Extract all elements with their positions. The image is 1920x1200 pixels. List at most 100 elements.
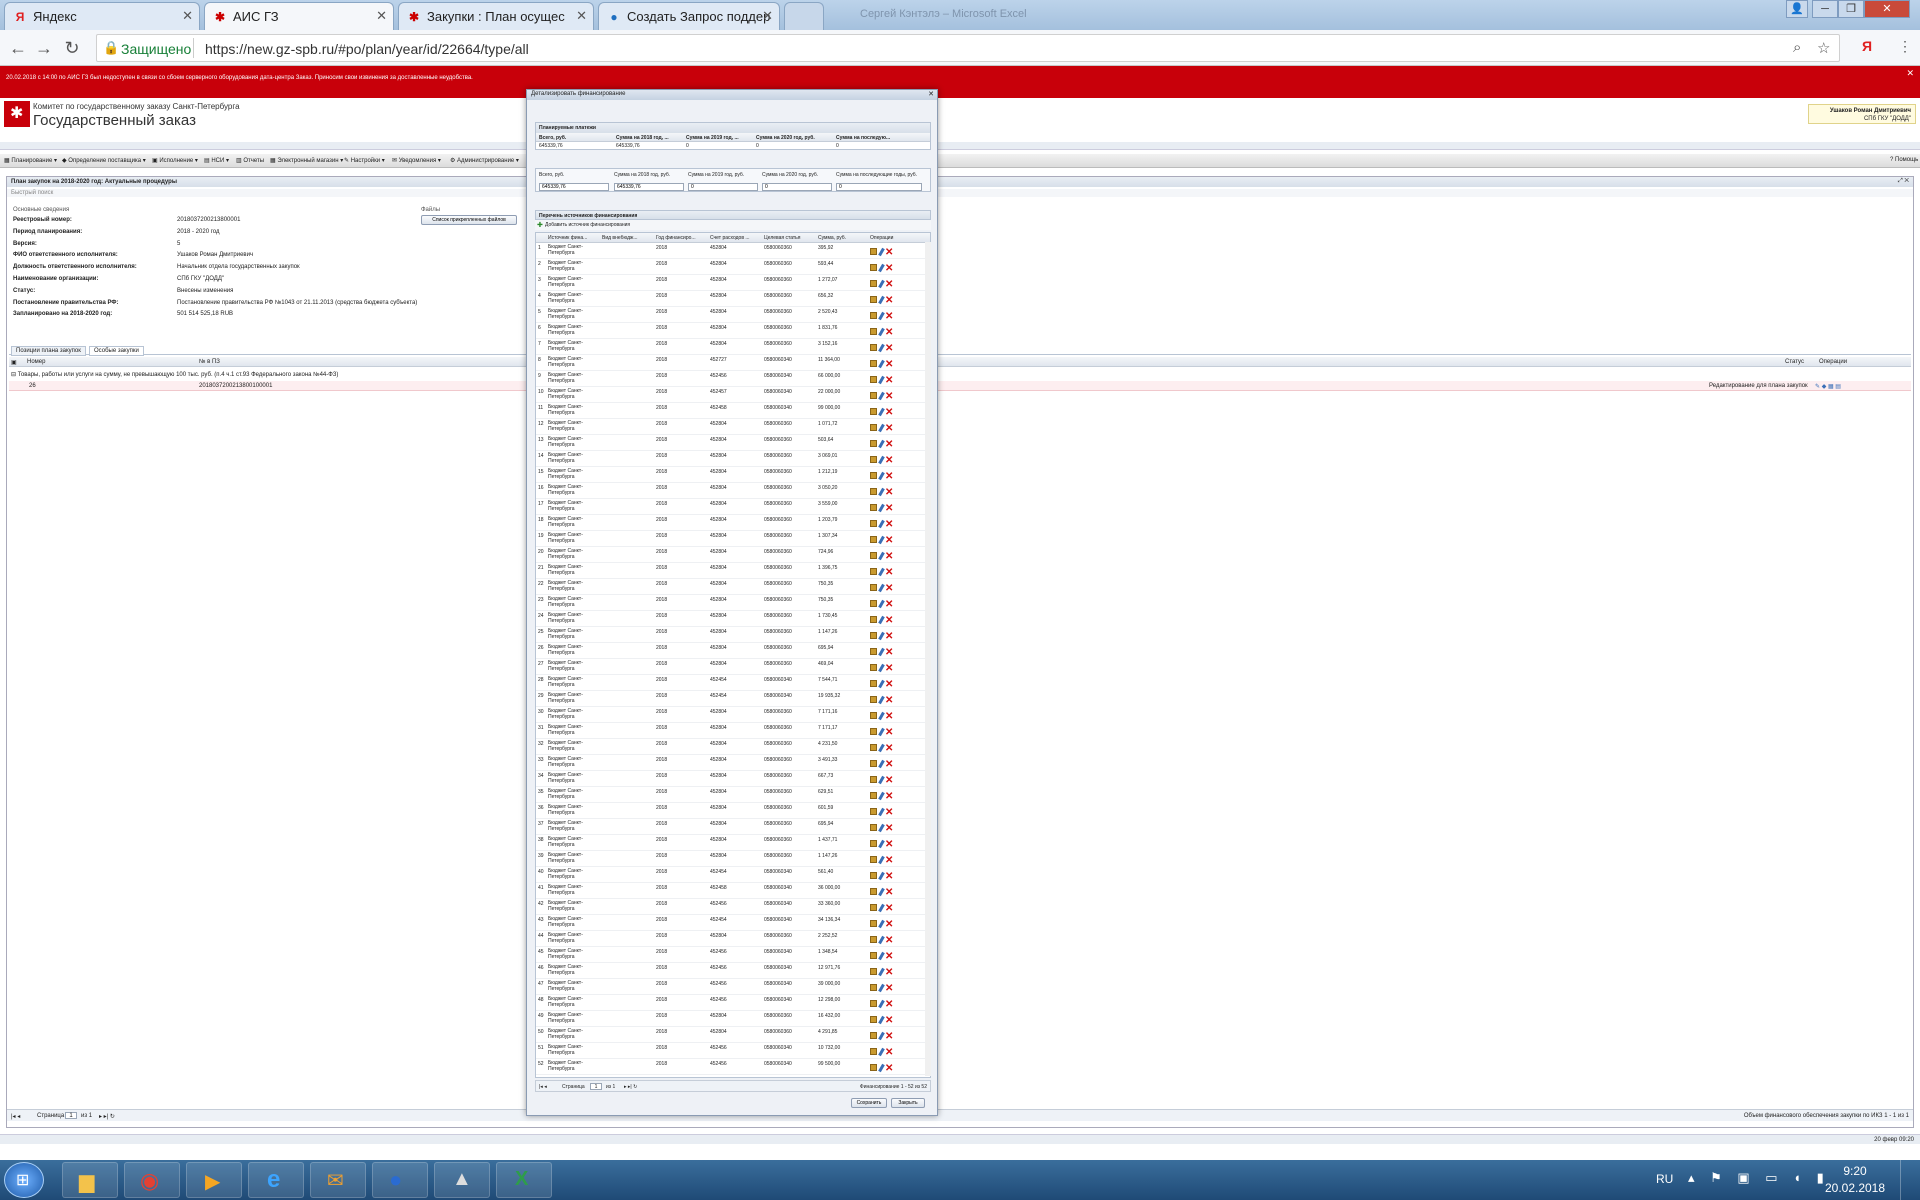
list-item[interactable]: 47 Бюджет Санкт-Петербурга 2018 452456 05800…: [536, 979, 926, 995]
menu-item-supplier[interactable]: ◆ Определение поставщика ▾: [62, 157, 146, 164]
list-item[interactable]: 32 Бюджет Санкт-Петербурга 2018 452804 05800…: [536, 739, 926, 755]
details-icon[interactable]: [870, 904, 877, 911]
edit-icon[interactable]: [878, 887, 885, 897]
list-item[interactable]: 26 Бюджет Санкт-Петербурга 2018 452804 05800…: [536, 643, 926, 659]
sources-col-header[interactable]: Сумма, руб.: [818, 235, 870, 241]
details-icon[interactable]: [870, 280, 877, 287]
details-icon[interactable]: [870, 744, 877, 751]
details-icon[interactable]: [870, 936, 877, 943]
list-item[interactable]: 24 Бюджет Санкт-Петербурга 2018 452804 05800…: [536, 611, 926, 627]
delete-icon[interactable]: ✕: [885, 536, 893, 546]
delete-icon[interactable]: ✕: [885, 488, 893, 498]
edit-icon[interactable]: [878, 823, 885, 833]
edit-icon[interactable]: [878, 1063, 885, 1073]
delete-icon[interactable]: ✕: [885, 552, 893, 562]
list-item[interactable]: 52 Бюджет Санкт-Петербурга 2018 452456 05800…: [536, 1059, 926, 1075]
help-link[interactable]: ? Помощь: [1890, 157, 1918, 163]
delete-icon[interactable]: ✕: [885, 1000, 893, 1010]
delete-icon[interactable]: ✕: [885, 344, 893, 354]
edit-icon[interactable]: [878, 631, 885, 641]
list-item[interactable]: 21 Бюджет Санкт-Петербурга 2018 452804 05800…: [536, 563, 926, 579]
col-pz[interactable]: № в ПЗ: [199, 359, 220, 365]
start-button[interactable]: ⊞: [4, 1162, 44, 1198]
list-item[interactable]: 5 Бюджет Санкт-Петербурга 2018 452804 058006…: [536, 307, 926, 323]
edit-icon[interactable]: [878, 1047, 885, 1057]
details-icon[interactable]: [870, 1000, 877, 1007]
forward-icon[interactable]: →: [34, 38, 54, 59]
edit-icon[interactable]: [878, 999, 885, 1009]
edit-icon[interactable]: [878, 503, 885, 513]
delete-icon[interactable]: ✕: [885, 456, 893, 466]
list-item[interactable]: 39 Бюджет Санкт-Петербурга 2018 452804 05800…: [536, 851, 926, 867]
list-item[interactable]: 43 Бюджет Санкт-Петербурга 2018 452454 05800…: [536, 915, 926, 931]
details-icon[interactable]: [870, 952, 877, 959]
delete-icon[interactable]: ✕: [885, 632, 893, 642]
edit-icon[interactable]: [878, 919, 885, 929]
details-icon[interactable]: [870, 872, 877, 879]
details-icon[interactable]: [870, 408, 877, 415]
edit-icon[interactable]: [878, 583, 885, 593]
details-icon[interactable]: [870, 584, 877, 591]
edit-icon[interactable]: [878, 855, 885, 865]
tray-icons[interactable]: ▴ ⚑ ▣ ▭ ◖ ▮: [1688, 1170, 1830, 1186]
details-icon[interactable]: [870, 424, 877, 431]
details-icon[interactable]: [870, 536, 877, 543]
list-item[interactable]: 10 Бюджет Санкт-Петербурга 2018 452457 05800…: [536, 387, 926, 403]
list-item[interactable]: 42 Бюджет Санкт-Петербурга 2018 452456 05800…: [536, 899, 926, 915]
delete-icon[interactable]: ✕: [885, 616, 893, 626]
list-item[interactable]: 46 Бюджет Санкт-Петербурга 2018 452456 05800…: [536, 963, 926, 979]
edit-icon[interactable]: [878, 807, 885, 817]
edit-icon[interactable]: [878, 471, 885, 481]
list-item[interactable]: 9 Бюджет Санкт-Петербурга 2018 452456 058006…: [536, 371, 926, 387]
edit-icon[interactable]: [878, 1015, 885, 1025]
url-field[interactable]: 🔒 Защищено https://new.gz-spb.ru/#po/pla…: [96, 34, 1840, 62]
list-item[interactable]: 16 Бюджет Санкт-Петербурга 2018 452804 05800…: [536, 483, 926, 499]
edit-icon[interactable]: [878, 311, 885, 321]
sources-col-header[interactable]: Год финансиро...: [656, 235, 708, 241]
close-icon[interactable]: ✕: [182, 8, 193, 24]
list-item[interactable]: 48 Бюджет Санкт-Петербурга 2018 452456 05800…: [536, 995, 926, 1011]
delete-icon[interactable]: ✕: [885, 584, 893, 594]
sources-col-header[interactable]: Операции: [870, 235, 922, 241]
page-input[interactable]: 1: [65, 1112, 77, 1119]
delete-icon[interactable]: ✕: [885, 952, 893, 962]
chrome-icon[interactable]: ◉: [124, 1162, 180, 1198]
outlook-icon[interactable]: ✉: [310, 1162, 366, 1198]
pager-next-icons[interactable]: ▸ ▸| ↻: [624, 1084, 637, 1090]
list-item[interactable]: 35 Бюджет Санкт-Петербурга 2018 452804 05800…: [536, 787, 926, 803]
list-item[interactable]: 44 Бюджет Санкт-Петербурга 2018 452804 05800…: [536, 931, 926, 947]
details-icon[interactable]: [870, 776, 877, 783]
list-item[interactable]: 11 Бюджет Санкт-Петербурга 2018 452458 05800…: [536, 403, 926, 419]
delete-icon[interactable]: ✕: [885, 744, 893, 754]
pager-next-icons[interactable]: ▸ ▸| ↻: [99, 1113, 115, 1120]
details-icon[interactable]: [870, 376, 877, 383]
col-number[interactable]: Номер: [27, 359, 45, 365]
list-item[interactable]: 45 Бюджет Санкт-Петербурга 2018 452456 05800…: [536, 947, 926, 963]
edit-icon[interactable]: [878, 295, 885, 305]
ie-icon[interactable]: e: [248, 1162, 304, 1198]
reload-icon[interactable]: ↻: [62, 38, 82, 59]
star-icon[interactable]: ☆: [1817, 39, 1830, 57]
tab-special[interactable]: Особые закупки: [89, 346, 144, 356]
delete-icon[interactable]: ✕: [885, 1048, 893, 1058]
yandex-ext-icon[interactable]: Я: [1862, 38, 1872, 54]
tab-yandex[interactable]: Я Яндекс ✕: [4, 2, 200, 30]
delete-icon[interactable]: ✕: [885, 760, 893, 770]
profile-button[interactable]: 👤: [1786, 0, 1808, 18]
maximize-button[interactable]: ❐: [1838, 0, 1864, 18]
menu-item-planning[interactable]: ▦ Планирование ▾: [4, 157, 57, 164]
list-item[interactable]: 40 Бюджет Санкт-Петербурга 2018 452454 05800…: [536, 867, 926, 883]
details-icon[interactable]: [870, 552, 877, 559]
checkbox-icon[interactable]: ▣: [11, 359, 17, 366]
edit-icon[interactable]: [878, 279, 885, 289]
list-item[interactable]: 12 Бюджет Санкт-Петербурга 2018 452804 05800…: [536, 419, 926, 435]
details-icon[interactable]: [870, 824, 877, 831]
details-icon[interactable]: [870, 440, 877, 447]
add-icon[interactable]: ✚: [537, 221, 543, 229]
edit-icon[interactable]: [878, 647, 885, 657]
delete-icon[interactable]: ✕: [885, 920, 893, 930]
close-icon[interactable]: ✕: [762, 8, 773, 24]
amount-input[interactable]: 645339,76: [539, 183, 609, 191]
edit-icon[interactable]: [878, 407, 885, 417]
close-button[interactable]: Закрыть: [891, 1098, 925, 1108]
